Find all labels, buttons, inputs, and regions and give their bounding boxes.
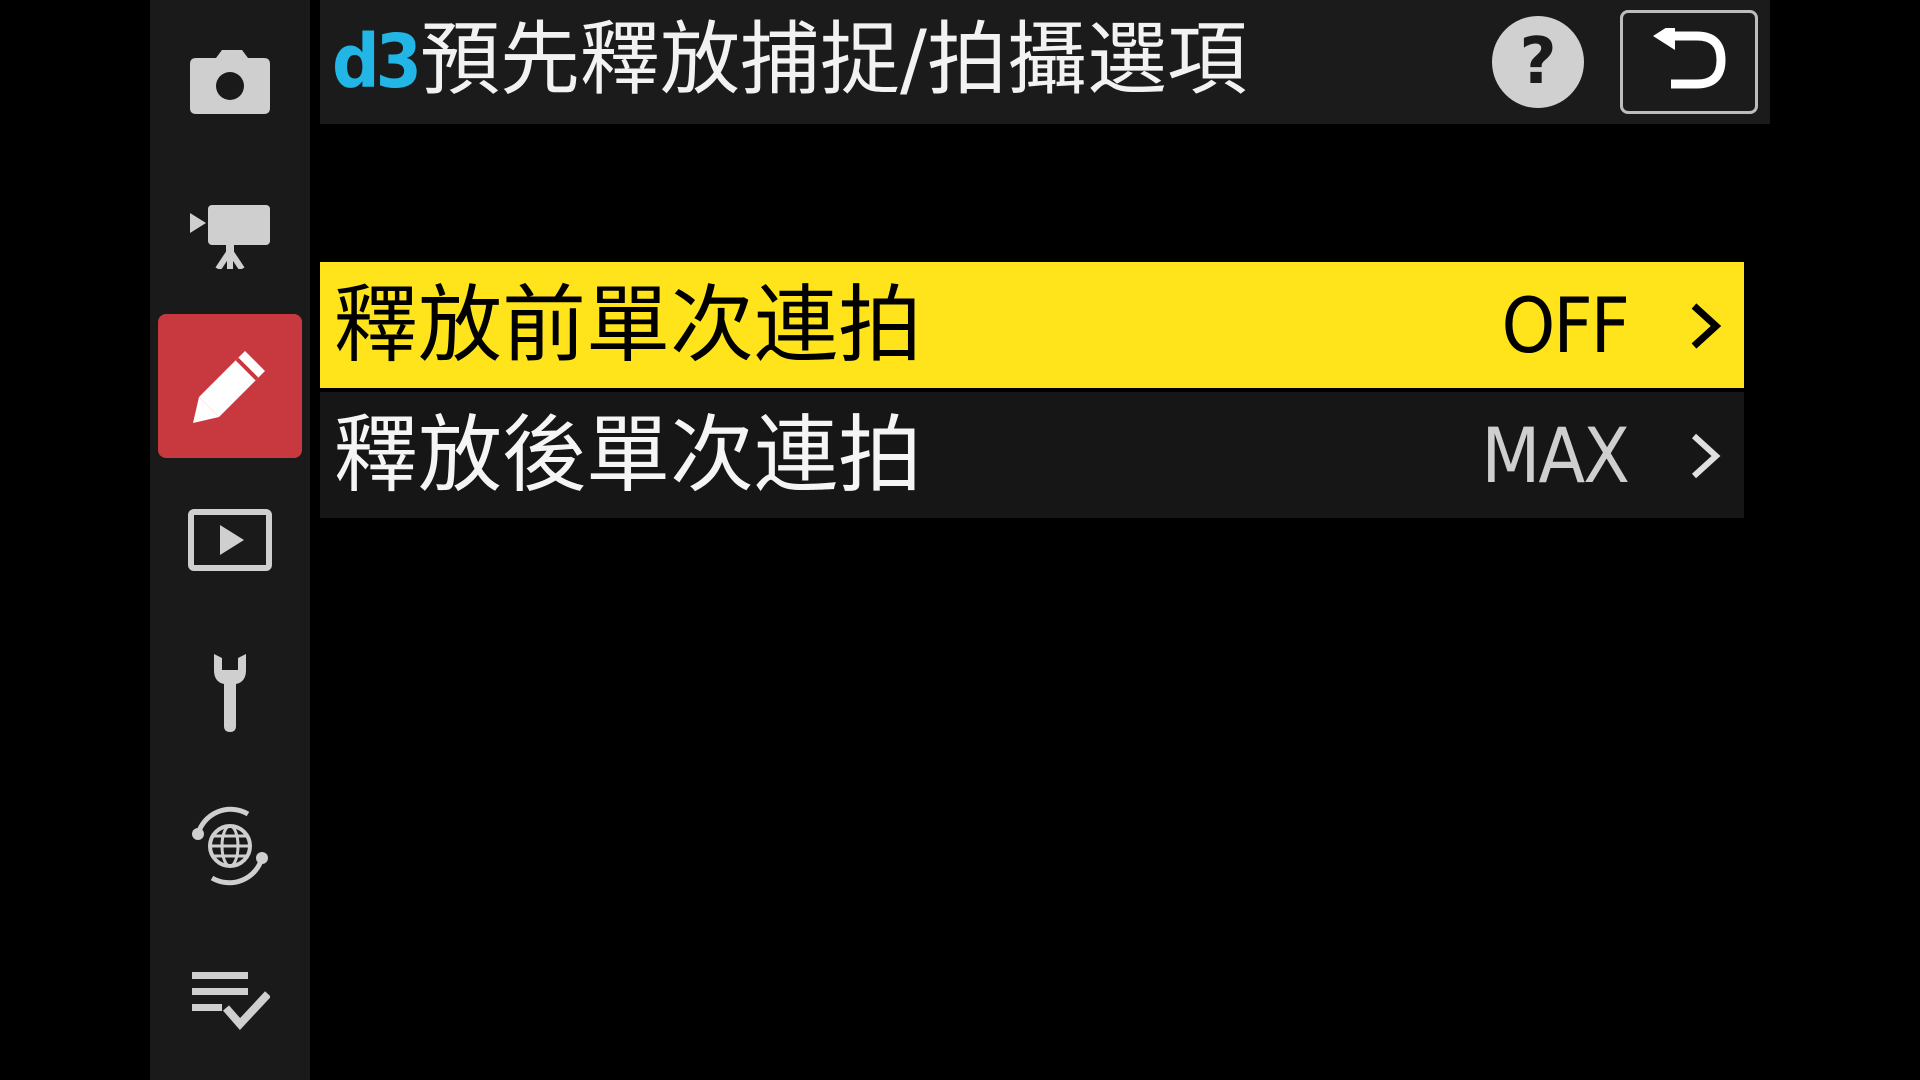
page-title: 預先釋放捕捉/拍攝選項 [420, 13, 1247, 106]
menu-tab-sidebar [150, 0, 310, 1080]
movie-camera-icon [190, 203, 270, 269]
wrench-icon [208, 652, 252, 732]
row-label: 釋放前單次連拍 [334, 276, 923, 374]
pencil-icon [191, 347, 269, 425]
chevron-right-icon [1686, 426, 1726, 486]
back-arrow-icon [1651, 22, 1727, 96]
camera-menu-screen: d3 預先釋放捕捉/拍攝選項 ? 釋放前單次連拍 OFF 釋放後單次連拍 MAX [0, 0, 1920, 1080]
row-value: MAX [1481, 411, 1630, 500]
row-label: 釋放後單次連拍 [334, 406, 923, 504]
help-icon: ? [1519, 25, 1557, 99]
tab-setup[interactable] [158, 620, 302, 764]
tab-playback[interactable] [158, 468, 302, 612]
tab-video-recording[interactable] [158, 164, 302, 308]
row-value: OFF [1501, 281, 1630, 370]
tab-photo-shooting[interactable] [158, 10, 302, 154]
tab-network[interactable] [158, 774, 302, 918]
menu-header: d3 預先釋放捕捉/拍攝選項 ? [320, 0, 1770, 124]
my-menu-icon [190, 968, 270, 1032]
camera-icon [190, 50, 270, 114]
help-button[interactable]: ? [1492, 16, 1584, 108]
playback-icon [188, 509, 272, 571]
tab-my-menu[interactable] [158, 928, 302, 1072]
back-button[interactable] [1620, 10, 1758, 114]
menu-row-post-release[interactable]: 釋放後單次連拍 MAX [320, 392, 1744, 518]
menu-row-pre-release[interactable]: 釋放前單次連拍 OFF [320, 262, 1744, 388]
network-icon [188, 804, 272, 888]
chevron-right-icon [1686, 296, 1726, 356]
tab-custom-settings[interactable] [158, 314, 302, 458]
menu-item-code: d3 [332, 19, 422, 105]
